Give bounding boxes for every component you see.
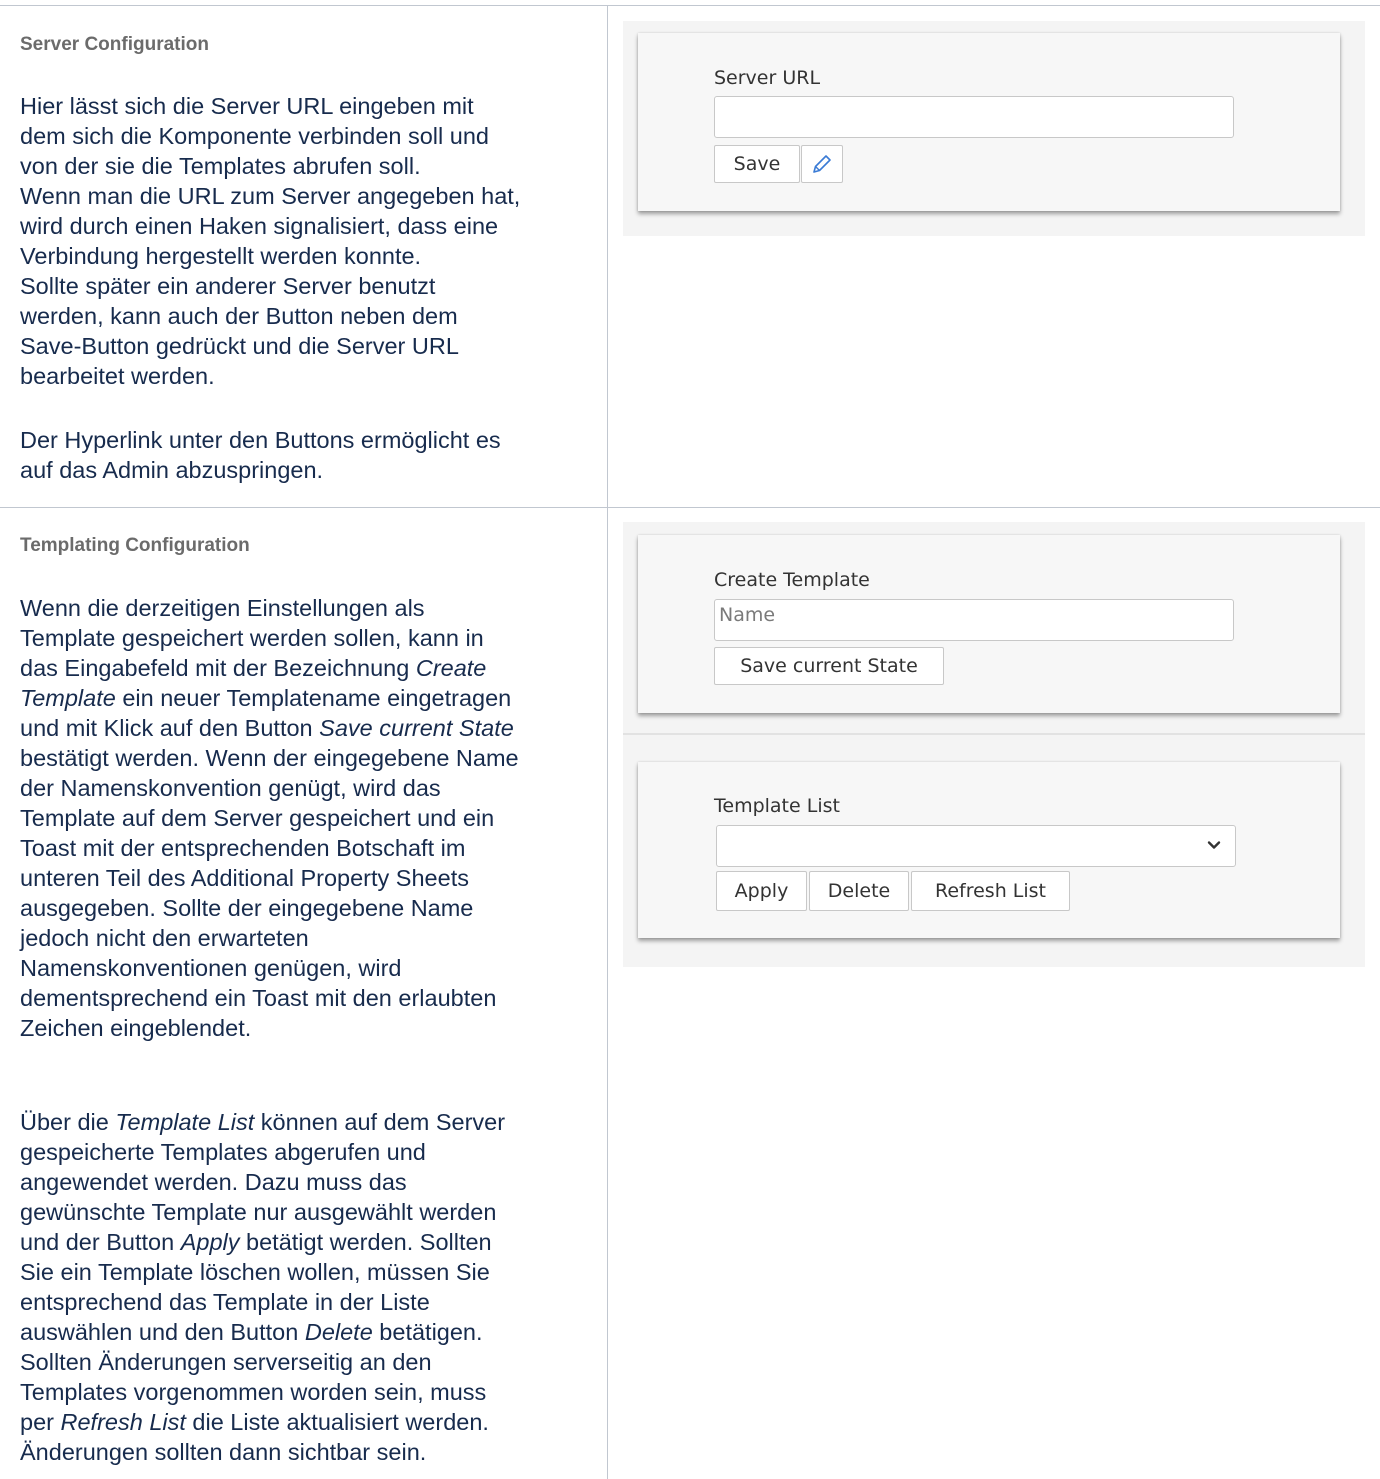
- refresh-list-button[interactable]: Refresh List: [911, 871, 1070, 911]
- text-line: Template gespeichert werden sollen, kann…: [20, 625, 484, 651]
- text-line: auswählen und den Button Delete betätige…: [20, 1319, 483, 1345]
- create-template-description: Wenn die derzeitigen Einstellungen als T…: [20, 593, 580, 1043]
- text-line: Toast mit der entsprechenden Botschaft i…: [20, 835, 466, 861]
- text-line: jedoch nicht den erwarteten: [20, 925, 309, 951]
- template-list-description: Über die Template List können auf dem Se…: [20, 1107, 580, 1467]
- text-line: wird durch einen Haken signalisiert, das…: [20, 213, 499, 239]
- text-line: Sollten Änderungen serverseitig an den: [20, 1349, 432, 1375]
- text-line: Templates vorgenommen worden sein, muss: [20, 1379, 487, 1405]
- text-line: ausgegeben. Sollte der eingegebene Name: [20, 895, 474, 921]
- table-top-border: [0, 5, 1380, 6]
- server-url-label: Server URL: [714, 67, 821, 89]
- chevron-down-icon: [1207, 838, 1221, 852]
- save-button[interactable]: Save: [714, 145, 800, 183]
- text-line: Template auf dem Server gespeichert und …: [20, 805, 495, 831]
- text-line: Wenn die derzeitigen Einstellungen als: [20, 595, 425, 621]
- text-line: werden, kann auch der Button neben dem: [20, 303, 458, 329]
- text-line: Verbindung hergestellt werden konnte.: [20, 243, 422, 269]
- text-line: Änderungen sollten dann sichtbar sein.: [20, 1439, 427, 1465]
- section-heading: Templating Configuration: [20, 535, 250, 556]
- delete-button[interactable]: Delete: [809, 871, 909, 911]
- apply-button[interactable]: Apply: [716, 871, 807, 911]
- template-name-input[interactable]: Name: [714, 599, 1234, 641]
- text-line: per Refresh List die Liste aktualisiert …: [20, 1409, 489, 1435]
- text-line: Namenskonventionen genügen, wird: [20, 955, 402, 981]
- text-line: Der Hyperlink unter den Buttons ermöglic…: [20, 427, 501, 453]
- save-current-state-button[interactable]: Save current State: [714, 647, 944, 685]
- pencil-icon: [810, 152, 834, 176]
- template-name-placeholder: Name: [719, 604, 776, 626]
- text-line: auf das Admin abzuspringen.: [20, 457, 324, 483]
- table-row-divider: [0, 507, 1380, 508]
- text-line: der Namenskonvention genügt, wird das: [20, 775, 441, 801]
- text-line: bearbeitet werden.: [20, 363, 215, 389]
- text-line: dementsprechend ein Toast mit den erlaub…: [20, 985, 497, 1011]
- text-line: gewünschte Template nur ausgewählt werde…: [20, 1199, 497, 1225]
- text-line: und der Button Apply betätigt werden. So…: [20, 1229, 492, 1255]
- server-url-input[interactable]: [714, 96, 1234, 138]
- text-line: bestätigt werden. Wenn der eingegebene N…: [20, 745, 519, 771]
- text-line: angewendet werden. Dazu muss das: [20, 1169, 407, 1195]
- text-line: und mit Klick auf den Button Save curren…: [20, 715, 514, 741]
- text-line: das Eingabefeld mit der Bezeichnung Crea…: [20, 655, 487, 681]
- text-line: dem sich die Komponente verbinden soll u…: [20, 123, 489, 149]
- create-template-label: Create Template: [714, 569, 870, 591]
- text-line: Template ein neuer Templatename eingetra…: [20, 685, 512, 711]
- column-divider: [607, 5, 608, 1479]
- text-line: Sie ein Template löschen wollen, müssen …: [20, 1259, 490, 1285]
- edit-server-url-button[interactable]: [801, 145, 843, 183]
- template-list-select[interactable]: [716, 825, 1236, 867]
- text-line: unteren Teil des Additional Property She…: [20, 865, 469, 891]
- hyperlink-description: Der Hyperlink unter den Buttons ermöglic…: [20, 425, 580, 485]
- text-line: Hier lässt sich die Server URL eingeben …: [20, 93, 474, 119]
- template-list-label: Template List: [714, 795, 840, 817]
- text-line: Zeichen eingeblendet.: [20, 1015, 252, 1041]
- text-line: von der sie die Templates abrufen soll.: [20, 153, 421, 179]
- text-line: Sollte später ein anderer Server benutzt: [20, 273, 436, 299]
- server-description: Hier lässt sich die Server URL eingeben …: [20, 91, 580, 391]
- screenshot-divider: [623, 733, 1365, 735]
- text-line: Save-Button gedrückt und die Server URL: [20, 333, 459, 359]
- section-heading: Server Configuration: [20, 34, 209, 55]
- text-line: Über die Template List können auf dem Se…: [20, 1109, 506, 1135]
- text-line: entsprechend das Template in der Liste: [20, 1289, 430, 1315]
- text-line: Wenn man die URL zum Server angegeben ha…: [20, 183, 521, 209]
- text-line: gespeicherte Templates abgerufen und: [20, 1139, 426, 1165]
